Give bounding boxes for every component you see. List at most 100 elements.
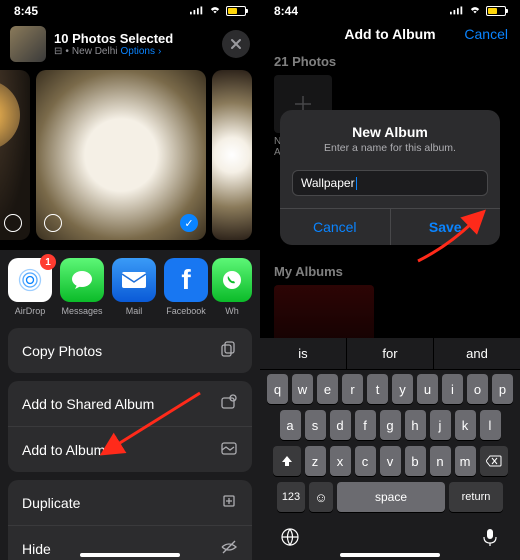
dialog-subtitle: Enter a name for this album.	[292, 142, 488, 154]
photo-preview[interactable]: ✓	[36, 70, 206, 240]
airdrop-app[interactable]: 1 AirDrop	[4, 258, 56, 316]
key-i[interactable]: i	[442, 374, 463, 404]
keyboard[interactable]: is for and q w e r t y u i o p a	[260, 338, 520, 560]
key-d[interactable]: d	[330, 410, 351, 440]
dialog-cancel-button[interactable]: Cancel	[280, 209, 390, 245]
hide-icon	[220, 538, 238, 559]
duplicate-icon	[220, 492, 238, 513]
selection-circle[interactable]	[4, 214, 22, 232]
app-label: Messages	[61, 306, 102, 316]
key-c[interactable]: c	[355, 446, 376, 476]
return-key[interactable]: return	[449, 482, 503, 512]
add-to-album-screen: 8:44 Add to Album Cancel 21 Photos New A…	[260, 0, 520, 560]
prediction[interactable]: and	[434, 338, 520, 369]
key-y[interactable]: y	[392, 374, 413, 404]
action-label: Duplicate	[22, 495, 80, 511]
numbers-key[interactable]: 123	[277, 482, 305, 512]
action-label: Add to Album	[22, 442, 105, 458]
location-text: •	[65, 46, 69, 57]
globe-icon[interactable]	[280, 527, 300, 550]
key-g[interactable]: g	[380, 410, 401, 440]
close-button[interactable]	[222, 30, 250, 58]
selection-circle[interactable]	[44, 214, 62, 232]
location-name: New Delhi	[72, 46, 118, 57]
key-o[interactable]: o	[467, 374, 488, 404]
mail-icon	[112, 258, 156, 302]
action-list: Copy Photos Add to Shared Album Add to A…	[0, 322, 260, 560]
prediction[interactable]: is	[260, 338, 347, 369]
add-shared-album-action[interactable]: Add to Shared Album	[8, 381, 252, 427]
messages-icon	[60, 258, 104, 302]
key-r[interactable]: r	[342, 374, 363, 404]
key-v[interactable]: v	[380, 446, 401, 476]
key-u[interactable]: u	[417, 374, 438, 404]
home-indicator[interactable]	[340, 553, 440, 557]
chevron-right-icon: ›	[158, 46, 161, 57]
key-l[interactable]: l	[480, 410, 501, 440]
text-cursor	[356, 177, 358, 190]
key-k[interactable]: k	[455, 410, 476, 440]
action-label: Hide	[22, 541, 51, 557]
selection-thumbnail	[10, 26, 46, 62]
prediction[interactable]: for	[347, 338, 434, 369]
messages-app[interactable]: Messages	[56, 258, 108, 316]
signal-icon	[190, 4, 204, 18]
location-icon: ⊟	[54, 46, 62, 57]
selection-title: 10 Photos Selected	[54, 31, 173, 46]
key-s[interactable]: s	[305, 410, 326, 440]
key-t[interactable]: t	[367, 374, 388, 404]
key-b[interactable]: b	[405, 446, 426, 476]
key-m[interactable]: m	[455, 446, 476, 476]
status-time: 8:45	[14, 4, 38, 18]
share-header: 10 Photos Selected ⊟ • New Delhi Options…	[0, 20, 260, 70]
wifi-icon	[468, 4, 482, 18]
action-label: Copy Photos	[22, 343, 102, 359]
dialog-title: New Album	[292, 124, 488, 140]
photo-preview[interactable]	[0, 70, 30, 240]
copy-photos-action[interactable]: Copy Photos	[8, 328, 252, 373]
share-apps-row[interactable]: 1 AirDrop Messages Mail f Facebook Wh	[0, 250, 260, 322]
close-icon	[230, 38, 242, 50]
duplicate-action[interactable]: Duplicate	[8, 480, 252, 526]
share-sheet-screen: 8:45 10 Photos Selected ⊟ • New Delhi Op…	[0, 0, 260, 560]
whatsapp-app[interactable]: Wh	[212, 258, 252, 316]
app-label: AirDrop	[15, 306, 46, 316]
key-a[interactable]: a	[280, 410, 301, 440]
status-bar: 8:45	[0, 0, 260, 20]
add-to-album-action[interactable]: Add to Album	[8, 427, 252, 472]
status-bar: 8:44	[260, 0, 520, 20]
wifi-icon	[208, 4, 222, 18]
app-label: Mail	[126, 306, 143, 316]
home-indicator[interactable]	[80, 553, 180, 557]
key-p[interactable]: p	[492, 374, 513, 404]
mail-app[interactable]: Mail	[108, 258, 160, 316]
delete-key[interactable]	[480, 446, 508, 476]
app-label: Wh	[225, 306, 239, 316]
emoji-key[interactable]: ☺	[309, 482, 333, 512]
selection-checkmark-icon[interactable]: ✓	[180, 214, 198, 232]
key-q[interactable]: q	[267, 374, 288, 404]
shift-key[interactable]	[273, 446, 301, 476]
signal-icon	[450, 4, 464, 18]
key-h[interactable]: h	[405, 410, 426, 440]
facebook-app[interactable]: f Facebook	[160, 258, 212, 316]
options-link[interactable]: Options	[120, 46, 154, 57]
key-row: a s d f g h j k l	[263, 410, 517, 440]
photo-preview-row[interactable]: ✓	[0, 70, 260, 250]
key-w[interactable]: w	[292, 374, 313, 404]
shared-album-icon	[220, 393, 238, 414]
space-key[interactable]: space	[337, 482, 445, 512]
badge: 1	[40, 254, 56, 270]
key-e[interactable]: e	[317, 374, 338, 404]
key-row: q w e r t y u i o p	[263, 374, 517, 404]
key-n[interactable]: n	[430, 446, 451, 476]
key-z[interactable]: z	[305, 446, 326, 476]
mic-icon[interactable]	[480, 527, 500, 550]
nav-cancel-button[interactable]: Cancel	[464, 26, 508, 42]
key-f[interactable]: f	[355, 410, 376, 440]
photo-preview[interactable]	[212, 70, 252, 240]
key-j[interactable]: j	[430, 410, 451, 440]
album-name-input[interactable]: Wallpaper	[292, 170, 488, 196]
key-x[interactable]: x	[330, 446, 351, 476]
dialog-save-button[interactable]: Save	[390, 209, 501, 245]
